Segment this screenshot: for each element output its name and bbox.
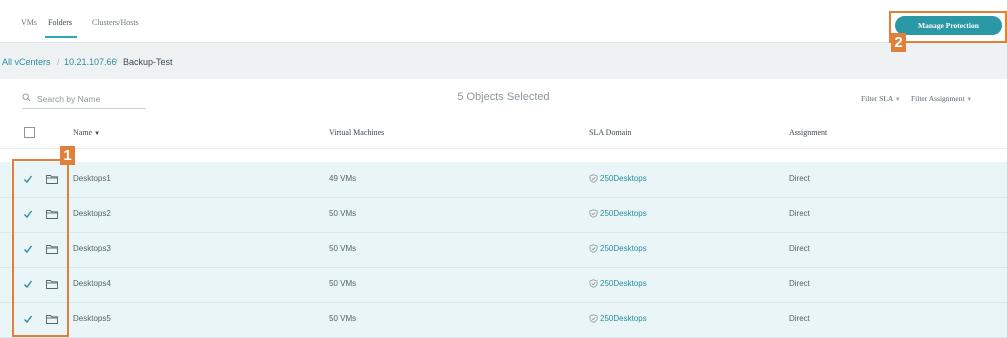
- row-assignment: Direct: [789, 314, 810, 323]
- row-name[interactable]: Desktops4: [73, 279, 111, 288]
- chevron-down-icon: ▼: [894, 97, 901, 103]
- row-virtual-machines: 50 VMs: [329, 314, 357, 323]
- table-row[interactable]: Desktops1 49 VMs 250Desktops Direct: [0, 162, 1007, 198]
- row-virtual-machines: 50 VMs: [329, 279, 357, 288]
- row-name[interactable]: Desktops5: [73, 314, 111, 323]
- row-sla-domain-label: 250Desktops: [600, 314, 647, 323]
- row-sla-domain-label: 250Desktops: [600, 209, 647, 218]
- breadcrumb-separator: /: [57, 57, 60, 67]
- row-assignment: Direct: [789, 279, 810, 288]
- active-tab-indicator: [45, 36, 77, 38]
- column-header-name-label: Name: [73, 128, 93, 137]
- breadcrumb-all-vcenters[interactable]: All vCenters: [2, 57, 51, 67]
- shield-icon: [589, 279, 598, 288]
- row-virtual-machines: 50 VMs: [329, 209, 357, 218]
- table-spacer: [0, 149, 1007, 162]
- row-assignment: Direct: [789, 174, 810, 183]
- row-sla-domain-label: 250Desktops: [600, 244, 647, 253]
- table-row[interactable]: Desktops2 50 VMs 250Desktops Direct: [0, 197, 1007, 233]
- callout-number-2: 2: [891, 33, 906, 52]
- breadcrumb-separator: /: [115, 57, 118, 67]
- row-virtual-machines: 49 VMs: [329, 174, 357, 183]
- select-all-checkbox[interactable]: [24, 127, 35, 138]
- filter-assignment-dropdown[interactable]: Filter Assignment ▼: [911, 94, 972, 103]
- tab-clusters-hosts[interactable]: Clusters/Hosts: [92, 18, 139, 27]
- shield-icon: [589, 209, 598, 218]
- filter-sla-dropdown[interactable]: Filter SLA ▼: [861, 94, 901, 103]
- callout-box-2: [889, 11, 1007, 43]
- row-assignment: Direct: [789, 244, 810, 253]
- sort-caret-icon: ▼: [94, 131, 101, 137]
- row-name[interactable]: Desktops3: [73, 244, 111, 253]
- breadcrumb-current: Backup-Test: [123, 57, 173, 67]
- breadcrumb-vcenter[interactable]: 10.21.107.66: [64, 57, 117, 67]
- shield-icon: [589, 314, 598, 323]
- column-header-virtual-machines[interactable]: Virtual Machines: [329, 128, 384, 137]
- table-body: Desktops1 49 VMs 250Desktops Direct Desk…: [0, 162, 1007, 338]
- tab-vms[interactable]: VMs: [21, 18, 37, 27]
- row-name[interactable]: Desktops2: [73, 209, 111, 218]
- row-sla-domain-label: 250Desktops: [600, 279, 647, 288]
- table-row[interactable]: Desktops3 50 VMs 250Desktops Direct: [0, 232, 1007, 268]
- shield-icon: [589, 174, 598, 183]
- row-assignment: Direct: [789, 209, 810, 218]
- row-sla-domain-label: 250Desktops: [600, 174, 647, 183]
- callout-box-1: [12, 159, 69, 337]
- callout-number-1: 1: [60, 146, 75, 165]
- selection-status: 5 Objects Selected: [457, 91, 550, 103]
- table-header: [0, 116, 1007, 149]
- shield-icon: [589, 244, 598, 253]
- column-header-sla-domain[interactable]: SLA Domain: [589, 128, 631, 137]
- tab-folders[interactable]: Folders: [48, 18, 72, 27]
- filter-sla-label: Filter SLA: [861, 94, 893, 103]
- table-row[interactable]: Desktops4 50 VMs 250Desktops Direct: [0, 267, 1007, 303]
- column-header-name[interactable]: Name ▼: [73, 128, 100, 137]
- column-header-assignment[interactable]: Assignment: [789, 128, 827, 137]
- chevron-down-icon: ▼: [966, 97, 973, 103]
- row-virtual-machines: 50 VMs: [329, 244, 357, 253]
- filter-assignment-label: Filter Assignment: [911, 94, 965, 103]
- row-name[interactable]: Desktops1: [73, 174, 111, 183]
- tab-bar: [0, 0, 1007, 43]
- table-row[interactable]: Desktops5 50 VMs 250Desktops Direct: [0, 302, 1007, 338]
